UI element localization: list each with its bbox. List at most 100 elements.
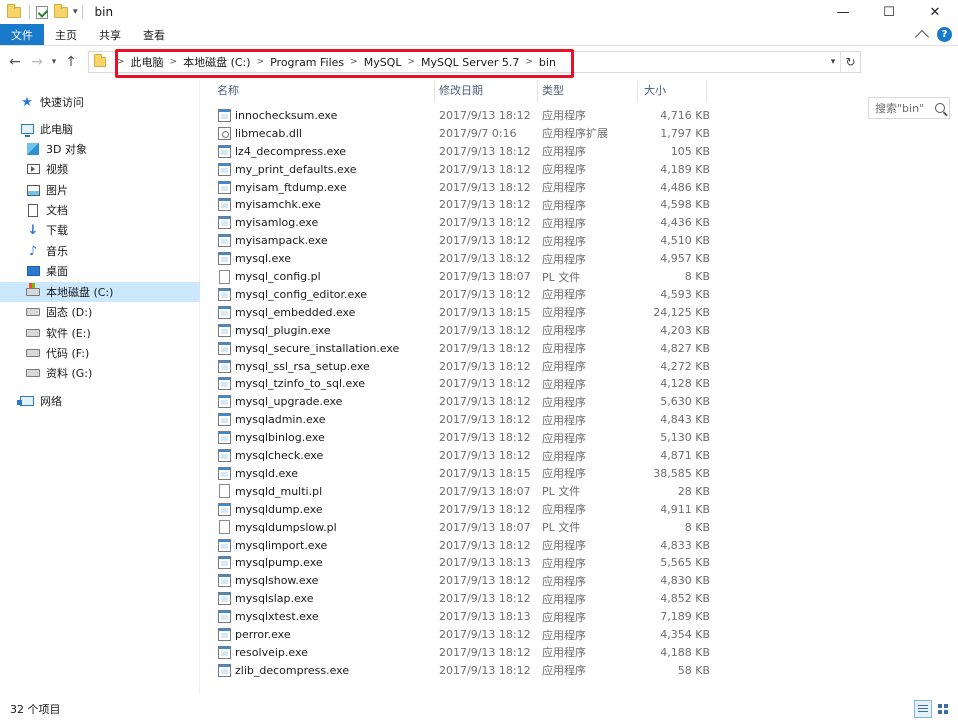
file-row[interactable]: mysqlshow.exe 2017/9/13 18:12 应用程序 4,830 KB xyxy=(210,572,710,590)
file-row[interactable]: libmecab.dll 2017/9/7 0:16 应用程序扩展 1,797 KB xyxy=(210,124,710,142)
tab-file[interactable]: 文件 xyxy=(0,24,44,45)
search-input[interactable] xyxy=(875,101,933,115)
file-row[interactable]: myisamlog.exe 2017/9/13 18:12 应用程序 4,436 KB xyxy=(210,214,710,232)
file-row[interactable]: mysqldumpslow.pl 2017/9/13 18:07 PL 文件 8 KB xyxy=(210,518,710,536)
file-row[interactable]: mysql_secure_installation.exe 2017/9/13 1… xyxy=(210,339,710,357)
sidebar-item-drive-f[interactable]: 代码 (F:) xyxy=(0,343,200,363)
recent-locations-dropdown-icon[interactable]: ▾ xyxy=(48,51,60,73)
column-divider[interactable] xyxy=(706,80,707,102)
chevron-right-icon[interactable]: > xyxy=(401,57,421,67)
file-row[interactable]: myisam_ftdump.exe 2017/9/13 18:12 应用程序 4,48… xyxy=(210,178,710,196)
file-row[interactable]: mysqldump.exe 2017/9/13 18:12 应用程序 4,911 KB xyxy=(210,500,710,518)
file-row[interactable]: mysql_embedded.exe 2017/9/13 18:15 应用程序 24,… xyxy=(210,303,710,321)
sidebar-item-desktop[interactable]: 桌面 xyxy=(0,261,200,281)
sidebar-item-3d-objects[interactable]: 3D 对象 xyxy=(0,139,200,159)
breadcrumb-program-files[interactable]: Program Files xyxy=(270,56,344,69)
chevron-right-icon[interactable]: > xyxy=(251,57,271,67)
column-divider[interactable] xyxy=(434,80,435,102)
exe-file-icon xyxy=(218,592,231,606)
file-row[interactable]: mysqlslap.exe 2017/9/13 18:12 应用程序 4,852 KB xyxy=(210,590,710,608)
breadcrumb-mysql-server[interactable]: MySQL Server 5.7 xyxy=(421,56,519,69)
file-row[interactable]: my_print_defaults.exe 2017/9/13 18:12 应用程序… xyxy=(210,160,710,178)
collapse-ribbon-icon[interactable] xyxy=(914,29,930,44)
file-row[interactable]: mysqlbinlog.exe 2017/9/13 18:12 应用程序 5,130 … xyxy=(210,429,710,447)
file-row[interactable]: resolveip.exe 2017/9/13 18:12 应用程序 4,188 KB xyxy=(210,644,710,662)
file-row[interactable]: mysqlxtest.exe 2017/9/13 18:13 应用程序 7,189 K… xyxy=(210,608,710,626)
file-row[interactable]: mysql_config_editor.exe 2017/9/13 18:12 应用… xyxy=(210,286,710,304)
file-row[interactable]: zlib_decompress.exe 2017/9/13 18:12 应用程序 58… xyxy=(210,661,710,679)
sidebar-item-quick-access[interactable]: ★ 快速访问 xyxy=(0,92,200,112)
sidebar-item-drive-d[interactable]: 固态 (D:) xyxy=(0,302,200,322)
file-row[interactable]: mysqlcheck.exe 2017/9/13 18:12 应用程序 4,871 K… xyxy=(210,447,710,465)
file-date: 2017/9/13 18:12 xyxy=(439,323,531,337)
file-row[interactable]: mysql_ssl_rsa_setup.exe 2017/9/13 18:12 应用… xyxy=(210,357,710,375)
column-divider[interactable] xyxy=(537,80,538,102)
file-name: mysql_config.pl xyxy=(235,270,321,284)
file-row[interactable]: mysqld.exe 2017/9/13 18:15 应用程序 38,585 KB xyxy=(210,465,710,483)
chevron-right-icon[interactable]: > xyxy=(344,57,364,67)
tab-share[interactable]: 共享 xyxy=(88,24,132,45)
address-history-dropdown-icon[interactable]: ▾ xyxy=(826,52,840,72)
file-row[interactable]: perror.exe 2017/9/13 18:12 应用程序 4,354 KB xyxy=(210,626,710,644)
minimize-button[interactable]: — xyxy=(820,0,866,24)
sidebar-item-network[interactable]: 网络 xyxy=(0,391,200,411)
chevron-right-icon[interactable]: > xyxy=(519,57,539,67)
file-row[interactable]: mysqlpump.exe 2017/9/13 18:13 应用程序 5,565 KB xyxy=(210,554,710,572)
chevron-right-icon[interactable]: > xyxy=(111,57,131,67)
large-icons-view-icon[interactable] xyxy=(934,700,952,718)
sidebar-item-videos[interactable]: 视频 xyxy=(0,159,200,179)
file-row[interactable]: mysql_config.pl 2017/9/13 18:07 PL 文件 8 KB xyxy=(210,268,710,286)
file-type: 应用程序扩展 xyxy=(542,127,608,141)
close-button[interactable]: ✕ xyxy=(912,0,958,24)
file-row[interactable]: mysql.exe 2017/9/13 18:12 应用程序 4,957 KB xyxy=(210,250,710,268)
sidebar-item-music[interactable]: ♪ 音乐 xyxy=(0,241,200,261)
file-size: 4,203 KB xyxy=(660,323,710,337)
help-icon[interactable]: ? xyxy=(937,27,952,42)
file-row[interactable]: innochecksum.exe 2017/9/13 18:12 应用程序 4,716… xyxy=(210,107,710,125)
customize-toolbar-dropdown-icon[interactable]: ▾ xyxy=(73,7,78,17)
file-row[interactable]: mysqld_multi.pl 2017/9/13 18:07 PL 文件 28 KB xyxy=(210,482,710,500)
file-row[interactable]: mysqladmin.exe 2017/9/13 18:12 应用程序 4,843 K… xyxy=(210,411,710,429)
tab-view[interactable]: 查看 xyxy=(132,24,176,45)
new-folder-icon[interactable] xyxy=(53,3,69,20)
breadcrumb-mysql[interactable]: MySQL xyxy=(364,56,402,69)
file-row[interactable]: mysqlimport.exe 2017/9/13 18:12 应用程序 4,833 … xyxy=(210,536,710,554)
sidebar-item-pictures[interactable]: 图片 xyxy=(0,180,200,200)
sidebar-item-drive-g[interactable]: 资料 (G:) xyxy=(0,363,200,383)
column-header-type[interactable]: 类型 xyxy=(542,80,564,100)
search-icon[interactable] xyxy=(935,103,945,113)
address-bar[interactable]: > 此电脑 > 本地磁盘 (C:) > Program Files > MySQ… xyxy=(88,51,861,73)
up-arrow-icon[interactable]: ↑ xyxy=(60,51,82,73)
maximize-button[interactable]: ☐ xyxy=(866,0,912,24)
refresh-icon[interactable]: ↻ xyxy=(840,52,860,72)
file-row[interactable]: mysql_plugin.exe 2017/9/13 18:12 应用程序 4,203… xyxy=(210,321,710,339)
folder-icon[interactable] xyxy=(6,3,22,20)
breadcrumb-drive-c[interactable]: 本地磁盘 (C:) xyxy=(183,54,250,70)
file-size: 58 KB xyxy=(677,663,710,677)
file-row[interactable]: lz4_decompress.exe 2017/9/13 18:12 应用程序 105… xyxy=(210,142,710,160)
sidebar-item-downloads[interactable]: ↓ 下载 xyxy=(0,220,200,240)
sidebar-item-label: 快速访问 xyxy=(40,96,84,109)
file-row[interactable]: mysql_upgrade.exe 2017/9/13 18:12 应用程序 5,63… xyxy=(210,393,710,411)
sidebar-item-documents[interactable]: 文档 xyxy=(0,200,200,220)
properties-icon[interactable] xyxy=(34,4,50,20)
file-row[interactable]: myisampack.exe 2017/9/13 18:12 应用程序 4,510 K… xyxy=(210,232,710,250)
chevron-right-icon[interactable]: > xyxy=(164,57,184,67)
file-row[interactable]: mysql_tzinfo_to_sql.exe 2017/9/13 18:12 应用… xyxy=(210,375,710,393)
column-header-size[interactable]: 大小 xyxy=(644,80,666,100)
exe-file-icon xyxy=(218,449,231,463)
column-header-date[interactable]: 修改日期 xyxy=(439,80,483,100)
sidebar-item-drive-e[interactable]: 软件 (E:) xyxy=(0,323,200,343)
breadcrumb-this-pc[interactable]: 此电脑 xyxy=(131,54,164,70)
search-box[interactable] xyxy=(868,97,950,119)
file-row[interactable]: myisamchk.exe 2017/9/13 18:12 应用程序 4,598 KB xyxy=(210,196,710,214)
details-view-icon[interactable] xyxy=(914,700,932,718)
column-divider[interactable] xyxy=(637,80,638,102)
sidebar-item-this-pc[interactable]: 此电脑 xyxy=(0,119,200,139)
forward-arrow-icon[interactable]: → xyxy=(26,51,48,73)
column-header-name[interactable]: 名称 xyxy=(217,80,239,100)
sidebar-item-drive-c[interactable]: 本地磁盘 (C:) xyxy=(0,282,200,302)
back-arrow-icon[interactable]: ← xyxy=(4,51,26,73)
tab-home[interactable]: 主页 xyxy=(44,24,88,45)
breadcrumb-bin[interactable]: bin xyxy=(539,56,556,69)
